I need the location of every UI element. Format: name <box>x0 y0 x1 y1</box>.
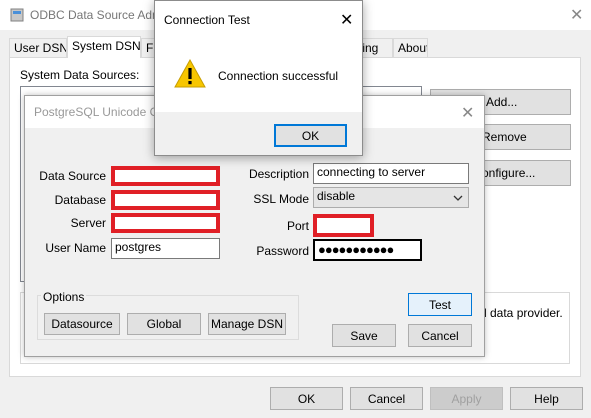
warning-icon <box>174 58 206 91</box>
port-field-redacted[interactable] <box>313 214 374 237</box>
admin-close-icon[interactable]: ✕ <box>570 5 583 25</box>
tab-label: About <box>398 41 428 55</box>
system-sources-label: System Data Sources: <box>20 68 140 82</box>
global-options-button[interactable]: Global <box>127 313 201 335</box>
msgbox-titlebar: Connection Test ✕ <box>155 1 362 35</box>
setup-title: PostgreSQL Unicode O <box>34 105 159 119</box>
setup-close-icon[interactable]: ✕ <box>461 103 474 123</box>
datasource-label: Datasource <box>51 317 113 331</box>
admin-ok-button[interactable]: OK <box>270 387 343 410</box>
add-button-label: Add... <box>486 95 518 109</box>
test-label: Test <box>428 297 451 312</box>
tab-user-dsn[interactable]: User DSN <box>9 38 67 57</box>
password-value: ●●●●●●●●●●● <box>318 242 394 257</box>
setup-cancel-button[interactable]: Cancel <box>408 324 472 347</box>
connection-test-dialog: Connection Test ✕ Connection successful … <box>154 0 363 156</box>
msgbox-close-icon[interactable]: ✕ <box>340 10 353 30</box>
msgbox-title: Connection Test <box>164 13 250 27</box>
database-icon <box>9 7 25 26</box>
admin-apply-button[interactable]: Apply <box>430 387 503 410</box>
msgbox-message: Connection successful <box>218 69 339 83</box>
user-name-label: User Name <box>45 241 106 255</box>
ok-label: OK <box>297 391 316 406</box>
database-field-redacted[interactable] <box>111 190 220 210</box>
admin-help-button[interactable]: Help <box>510 387 583 410</box>
msgbox-ok-label: OK <box>301 128 320 143</box>
save-label: Save <box>350 328 378 343</box>
password-field[interactable]: ●●●●●●●●●●● <box>313 239 422 261</box>
port-label: Port <box>286 219 309 233</box>
configure-button-label: onfigure... <box>482 166 536 180</box>
setup-cancel-label: Cancel <box>421 328 459 343</box>
tab-label: User DSN <box>14 41 67 55</box>
remove-button-label: Remove <box>482 130 527 144</box>
data-source-field-redacted[interactable] <box>111 166 220 186</box>
description-field[interactable]: connecting to server <box>313 163 469 184</box>
description-value: connecting to server <box>317 165 426 179</box>
database-label: Database <box>54 193 106 207</box>
global-label: Global <box>146 317 182 331</box>
admin-title: ODBC Data Source Adm <box>30 8 163 22</box>
save-button[interactable]: Save <box>332 324 396 347</box>
tab-about[interactable]: About <box>393 38 428 57</box>
help-label: Help <box>534 391 559 406</box>
tab-system-dsn[interactable]: System DSN <box>67 36 141 58</box>
test-button[interactable]: Test <box>408 293 472 316</box>
chevron-down-icon <box>453 192 463 206</box>
cancel-label: Cancel <box>367 391 406 406</box>
ssl-mode-value: disable <box>317 189 356 203</box>
user-name-field[interactable]: postgres <box>111 238 220 259</box>
options-label: Options <box>41 290 87 304</box>
tab-label: System DSN <box>72 39 141 53</box>
server-label: Server <box>70 216 106 230</box>
apply-label: Apply <box>451 391 482 406</box>
server-field-redacted[interactable] <box>111 213 220 233</box>
data-source-label: Data Source <box>39 169 106 183</box>
msgbox-ok-button[interactable]: OK <box>274 124 347 147</box>
description-label: Description <box>248 167 309 181</box>
admin-cancel-button[interactable]: Cancel <box>350 387 423 410</box>
password-label: Password <box>256 244 309 258</box>
ssl-mode-label: SSL Mode <box>253 192 309 206</box>
ssl-mode-select[interactable]: disable <box>313 187 469 208</box>
user-name-value: postgres <box>115 240 162 254</box>
manage-dsn-button[interactable]: Manage DSN <box>208 313 286 335</box>
manage-dsn-label: Manage DSN <box>210 317 284 331</box>
provider-description: l data provider. <box>484 306 563 320</box>
datasource-options-button[interactable]: Datasource <box>44 313 120 335</box>
